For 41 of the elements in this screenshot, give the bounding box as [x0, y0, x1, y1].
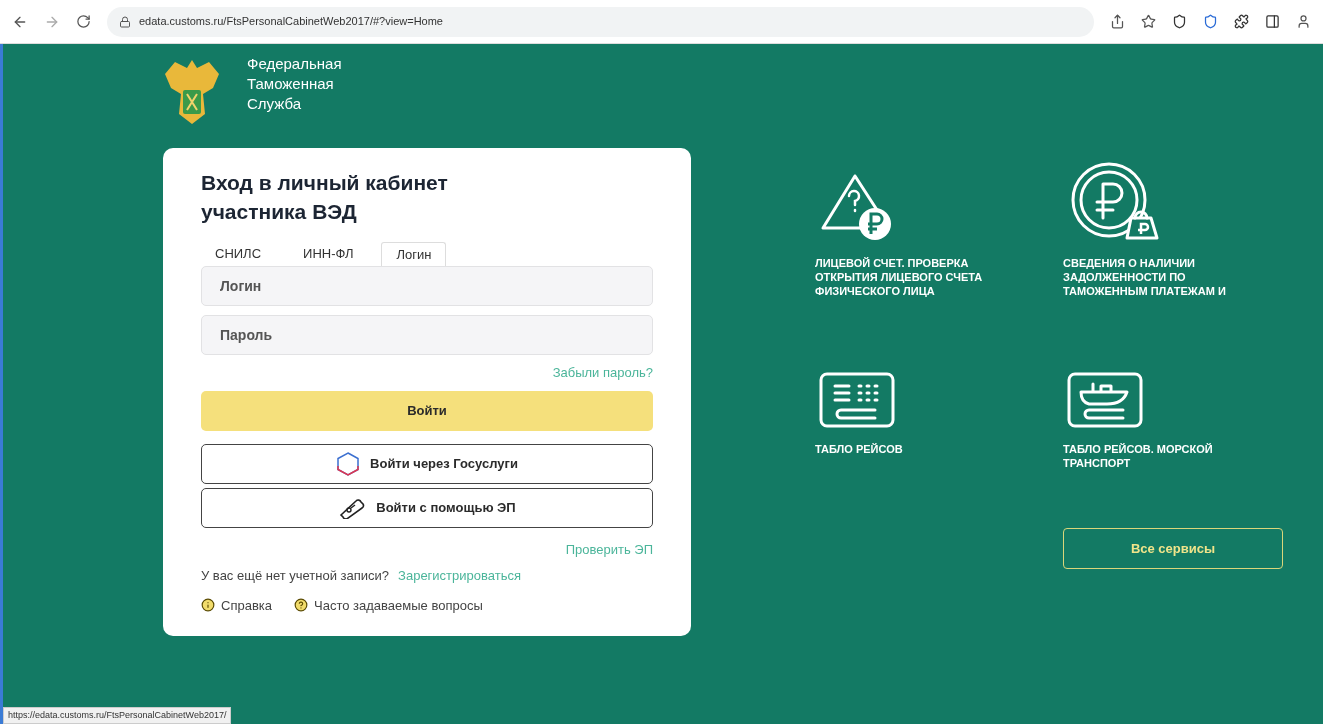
login-button[interactable]: Войти [201, 390, 653, 431]
usb-key-icon [338, 496, 367, 519]
hexagon-logo-icon [336, 451, 361, 476]
login-tab[interactable]: Логин [381, 242, 447, 266]
extensions-icon[interactable] [1234, 14, 1249, 29]
agency-name: Федеральная [247, 54, 342, 74]
lock-icon [119, 15, 131, 28]
gosuslugi-login-button[interactable]: Войти через Госуслуги [201, 443, 653, 484]
service-tile[interactable]: ТАБЛО РЕЙСОВ [815, 338, 1063, 498]
password-field[interactable]: Пароль [201, 315, 653, 355]
agency-name: Служба [247, 94, 303, 114]
all-services-button[interactable]: Все сервисы [1063, 528, 1283, 569]
login-tab[interactable]: СНИЛС [201, 242, 276, 266]
url-text: edata.customs.ru/FtsPersonalCabinetWeb2017/#?view=Home [139, 14, 443, 30]
flight-board-icon [819, 372, 895, 428]
login-field[interactable]: Логин [201, 266, 653, 306]
service-label: ЛИЦЕВОЙ СЧЕТ. ПРОВЕРКА ОТКРЫТИЯ ЛИЦЕВОГО СЧЕТА ФИЗИЧЕСКОГО ЛИЦА [815, 256, 984, 298]
register-prompt: У вас ещё нет учетной записи? [201, 567, 390, 585]
shield-icon[interactable] [1172, 14, 1187, 29]
service-label: ТАБЛО РЕЙСОВ [815, 442, 904, 456]
help-link[interactable]: Часто задаваемые вопросы [294, 595, 483, 615]
login-title: Вход в личный кабинет участника ВЭД [201, 170, 449, 225]
bookmark-star-icon[interactable] [1141, 14, 1156, 29]
profile-icon[interactable] [1296, 14, 1311, 29]
reload-icon[interactable] [76, 14, 91, 29]
service-tile[interactable]: СВЕДЕНИЯ О НАЛИЧИИ ЗАДОЛЖЕННОСТИ ПО ТАМОЖЕННЫМ ПЛАТЕЖАМ И [1063, 152, 1283, 312]
service-tile[interactable]: ТАБЛО РЕЙСОВ. МОРСКОЙ ТРАНСПОРТ [1063, 338, 1283, 498]
share-icon[interactable] [1110, 14, 1125, 29]
signature-login-button[interactable]: Войти с помощью ЭП [201, 487, 653, 528]
address-bar[interactable]: edata.customs.ru/FtsPersonalCabinetWeb2017/#?view=Home [107, 6, 1094, 37]
help-icon [294, 598, 308, 613]
info-icon [201, 598, 215, 613]
service-label: СВЕДЕНИЯ О НАЛИЧИИ ЗАДОЛЖЕННОСТИ ПО ТАМОЖЕННЫМ ПЛАТЕЖАМ И [1063, 256, 1227, 298]
service-tile[interactable]: ЛИЦЕВОЙ СЧЕТ. ПРОВЕРКА ОТКРЫТИЯ ЛИЦЕВОГО СЧЕТА ФИЗИЧЕСКОГО ЛИЦА [815, 152, 1063, 312]
login-tab[interactable]: ИНН-ФЛ [289, 242, 368, 266]
ship-board-icon [1067, 372, 1143, 428]
service-label: ТАБЛО РЕЙСОВ. МОРСКОЙ ТРАНСПОРТ [1063, 442, 1214, 470]
help-link[interactable]: Справка [201, 595, 272, 615]
side-panel-icon[interactable] [1265, 14, 1280, 29]
agency-name: Таможенная [247, 74, 335, 94]
status-bar-url: https://edata.customs.ru/FtsPersonalCabinetWeb2017/ [3, 706, 232, 724]
